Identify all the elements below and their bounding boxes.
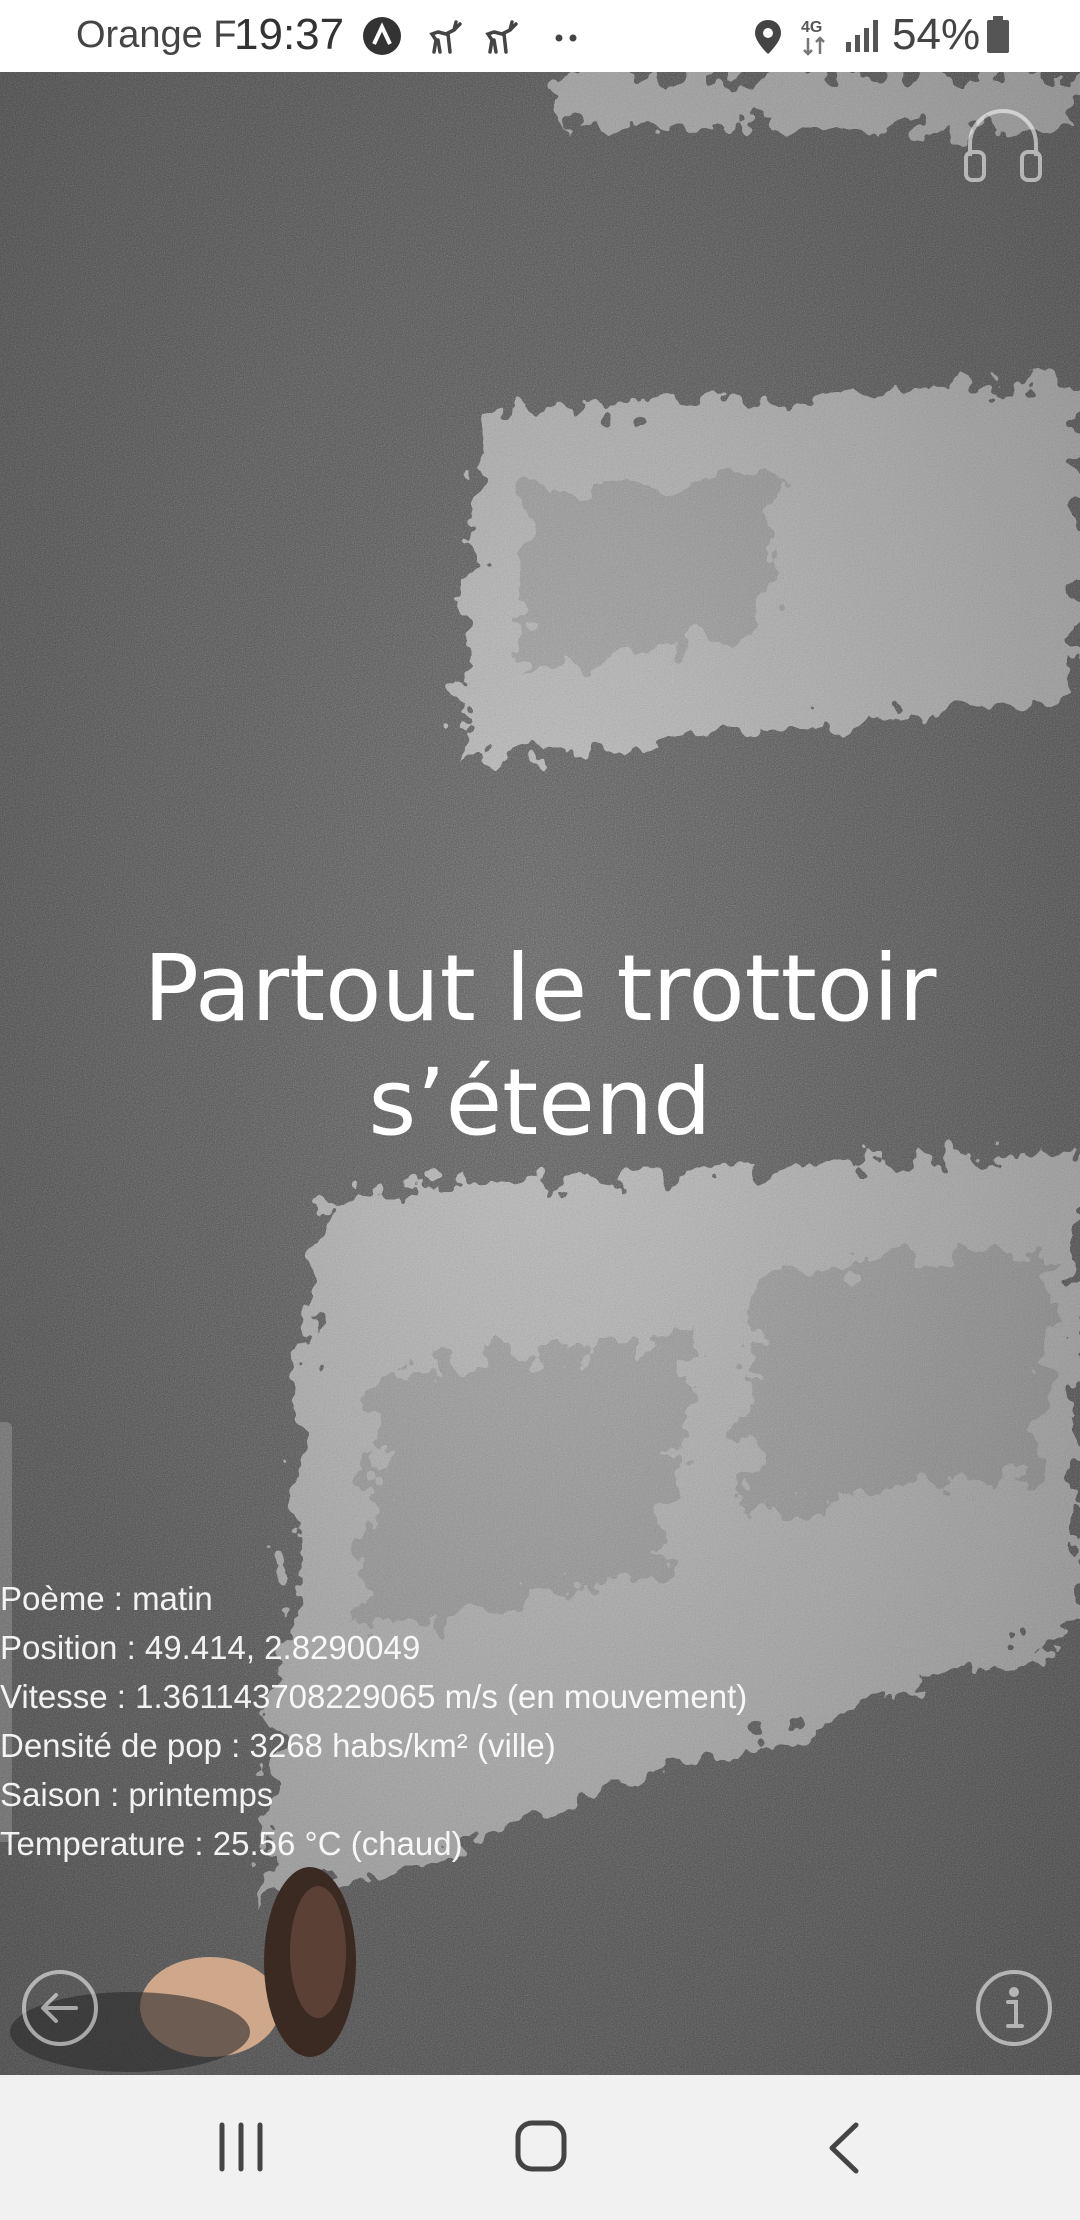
headphones-icon <box>964 109 1042 182</box>
signal-icon <box>846 20 878 52</box>
headphones-button[interactable] <box>958 100 1048 190</box>
recents-icon <box>219 2122 263 2172</box>
sensor-info-panel: Poème : matin Position : 49.414, 2.82900… <box>0 1574 747 1868</box>
recents-button[interactable] <box>214 2119 268 2175</box>
battery-icon <box>987 16 1009 53</box>
info-icon <box>976 1970 1052 2046</box>
info-position: Position : 49.414, 2.8290049 <box>0 1629 421 1666</box>
camera-view: Partout le trottoir s’étend Poème : mati… <box>0 72 1080 2075</box>
deer-icon <box>429 20 462 54</box>
navigation-bar <box>0 2075 1080 2220</box>
battery-percent: 54% <box>892 10 981 59</box>
network-4g-icon: 4G <box>801 19 825 56</box>
app-a-icon <box>363 17 401 55</box>
location-icon <box>755 20 781 54</box>
info-season: Saison : printemps <box>0 1776 274 1813</box>
status-bar: Orange F 19:37 4G 54% <box>0 0 1080 72</box>
deer-icon <box>485 20 518 54</box>
home-button[interactable] <box>514 2117 568 2175</box>
poem-line-1: Partout le trottoir <box>143 935 937 1042</box>
info-density: Densité de pop : 3268 habs/km² (ville) <box>0 1727 556 1764</box>
info-poem: Poème : matin <box>0 1580 213 1617</box>
poem-overlay-text: Partout le trottoir s’étend <box>0 932 1080 1160</box>
back-chevron-icon <box>829 2122 859 2174</box>
info-temperature: Temperature : 25.56 °C (chaud) <box>0 1825 463 1862</box>
arrow-left-icon <box>22 1970 98 2046</box>
info-button[interactable] <box>974 1968 1054 2048</box>
carrier-name: Orange F <box>76 14 237 56</box>
more-dots-icon <box>555 34 577 42</box>
info-speed: Vitesse : 1.361143708229065 m/s (en mouv… <box>0 1678 748 1715</box>
network-type: 4G <box>801 19 822 36</box>
clock: 19:37 <box>234 10 345 59</box>
nav-back-button[interactable] <box>820 2119 870 2177</box>
back-button[interactable] <box>20 1968 100 2048</box>
home-icon <box>515 2120 567 2172</box>
poem-line-2: s’étend <box>368 1049 712 1156</box>
